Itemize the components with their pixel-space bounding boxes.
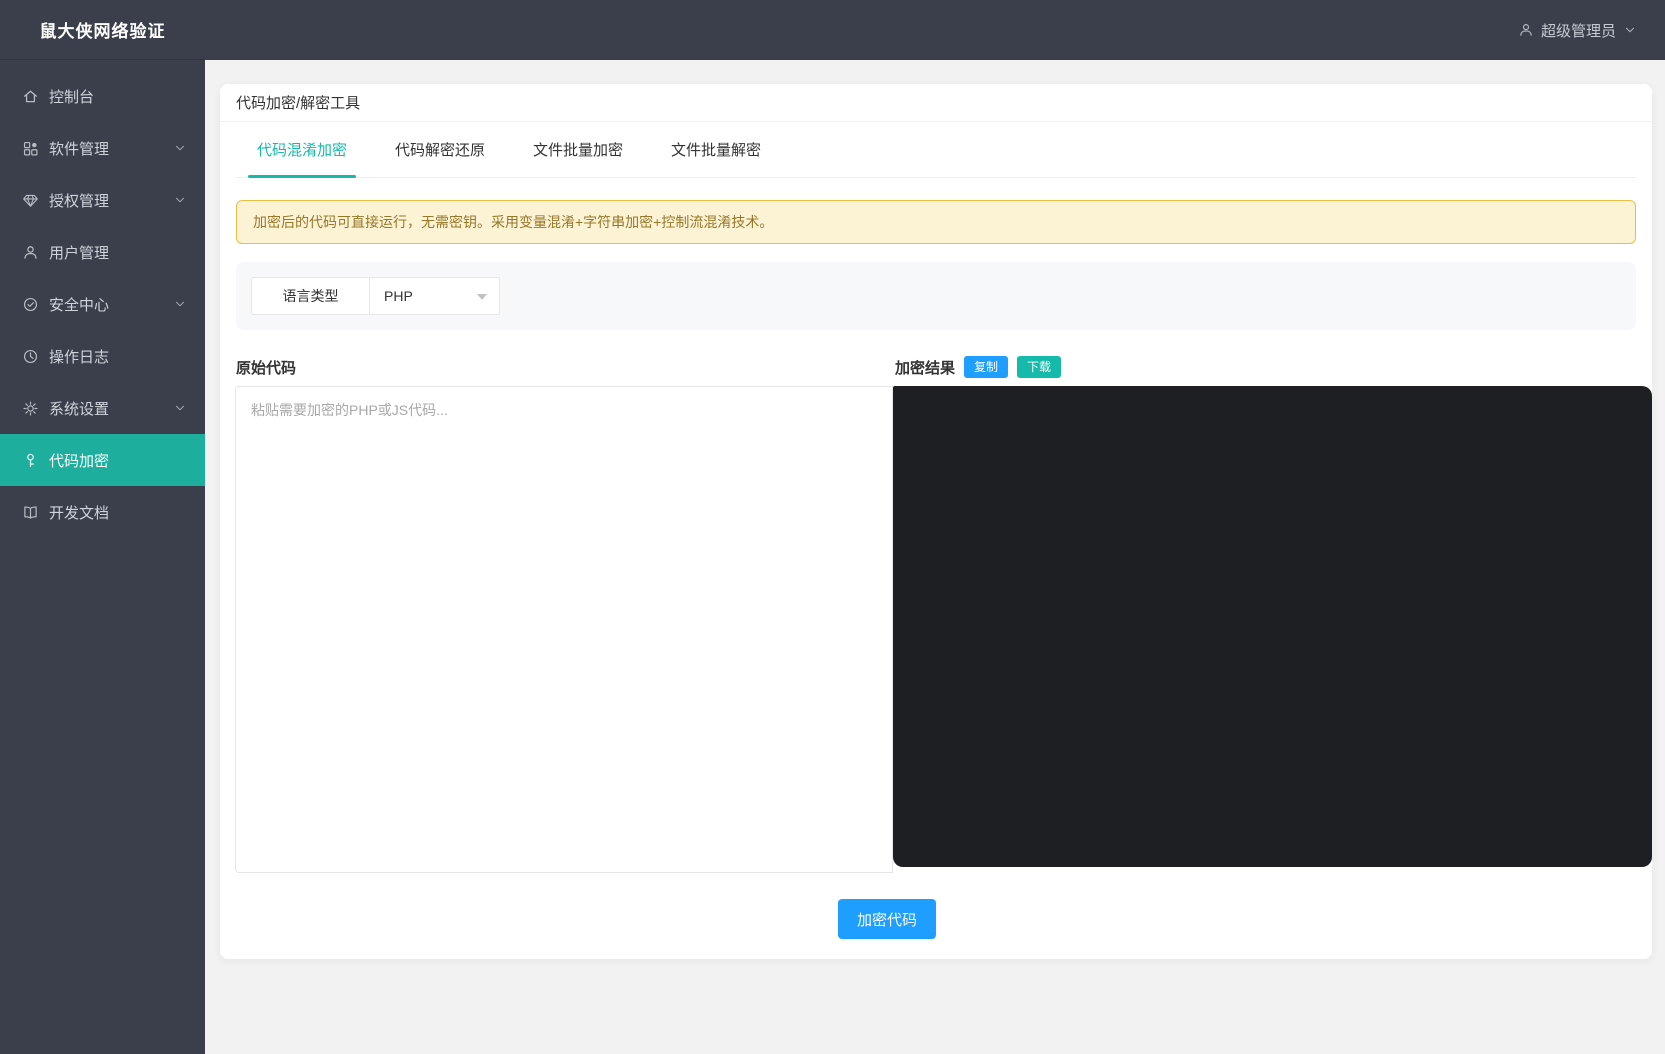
io-labels-row: 原始代码 加密结果 复制 下载 [236, 356, 1636, 378]
language-label: 语言类型 [251, 277, 370, 315]
source-code-label: 原始代码 [236, 360, 296, 377]
top-header: 超级管理员 [205, 0, 1665, 60]
sidebar-item-label: 操作日志 [49, 346, 187, 367]
sidebar-item-label: 控制台 [49, 86, 187, 107]
tab-decrypt-restore[interactable]: 代码解密还原 [386, 122, 494, 177]
sidebar-item-settings[interactable]: 系统设置 [0, 382, 205, 434]
sidebar-item-docs[interactable]: 开发文档 [0, 486, 205, 538]
sidebar-item-label: 安全中心 [49, 294, 173, 315]
sidebar-item-logs[interactable]: 操作日志 [0, 330, 205, 382]
info-alert: 加密后的代码可直接运行，无需密钥。采用变量混淆+字符串加密+控制流混淆技术。 [236, 200, 1636, 244]
shield-check-icon [22, 296, 39, 313]
card-header: 代码加密/解密工具 [220, 84, 1652, 122]
encrypt-button-row: 加密代码 [220, 899, 1652, 939]
tab-label: 代码混淆加密 [257, 139, 347, 160]
sidebar-item-label: 用户管理 [49, 242, 187, 263]
language-value: PHP [384, 288, 413, 304]
page-title: 代码加密/解密工具 [236, 92, 360, 113]
source-code-input[interactable] [235, 386, 893, 873]
copy-button[interactable]: 复制 [964, 356, 1008, 378]
encrypted-output[interactable] [893, 386, 1652, 867]
chevron-down-icon [173, 401, 187, 415]
sidebar-item-users[interactable]: 用户管理 [0, 226, 205, 278]
sidebar-item-label: 系统设置 [49, 398, 173, 419]
chevron-down-icon [1623, 23, 1637, 37]
editors-row [235, 386, 1652, 873]
sidebar-item-label: 代码加密 [49, 450, 187, 471]
user-name: 超级管理员 [1541, 20, 1616, 41]
user-menu[interactable]: 超级管理员 [1518, 20, 1637, 41]
key-icon [22, 452, 39, 469]
tab-label: 文件批量解密 [671, 139, 761, 160]
sidebar-item-label: 软件管理 [49, 138, 173, 159]
sidebar-item-console[interactable]: 控制台 [0, 70, 205, 122]
book-icon [22, 504, 39, 521]
chevron-down-icon [173, 193, 187, 207]
sidebar-item-label: 授权管理 [49, 190, 173, 211]
app-title: 鼠大侠网络验证 [0, 0, 205, 60]
user-icon [1518, 22, 1534, 38]
apps-icon [22, 140, 39, 157]
chevron-down-icon [173, 297, 187, 311]
tool-tabs: 代码混淆加密 代码解密还原 文件批量加密 文件批量解密 [236, 122, 1636, 178]
chevron-down-icon [173, 141, 187, 155]
caret-down-icon [477, 294, 487, 300]
result-label: 加密结果 [895, 357, 955, 378]
language-group: 语言类型 PHP [251, 277, 500, 315]
clock-icon [22, 348, 39, 365]
home-icon [22, 88, 39, 105]
tab-obfuscate-encrypt[interactable]: 代码混淆加密 [248, 122, 356, 177]
main-card: 代码加密/解密工具 代码混淆加密 代码解密还原 文件批量加密 文件批量解密 加密… [220, 84, 1652, 959]
user-icon [22, 244, 39, 261]
language-select[interactable]: PHP [369, 277, 500, 315]
tab-label: 代码解密还原 [395, 139, 485, 160]
sidebar-item-label: 开发文档 [49, 502, 187, 523]
download-button[interactable]: 下载 [1017, 356, 1061, 378]
tab-label: 文件批量加密 [533, 139, 623, 160]
diamond-icon [22, 192, 39, 209]
tab-batch-file-decrypt[interactable]: 文件批量解密 [662, 122, 770, 177]
sidebar: 鼠大侠网络验证 控制台 软件管理 授权管理 [0, 0, 205, 1054]
encrypt-button[interactable]: 加密代码 [838, 899, 936, 939]
options-panel: 语言类型 PHP [236, 262, 1636, 330]
sidebar-item-security[interactable]: 安全中心 [0, 278, 205, 330]
sidebar-item-code-encrypt[interactable]: 代码加密 [0, 434, 205, 486]
tab-batch-file-encrypt[interactable]: 文件批量加密 [524, 122, 632, 177]
gear-icon [22, 400, 39, 417]
sidebar-item-license[interactable]: 授权管理 [0, 174, 205, 226]
sidebar-nav: 控制台 软件管理 授权管理 用户管理 [0, 60, 205, 538]
sidebar-item-software[interactable]: 软件管理 [0, 122, 205, 174]
